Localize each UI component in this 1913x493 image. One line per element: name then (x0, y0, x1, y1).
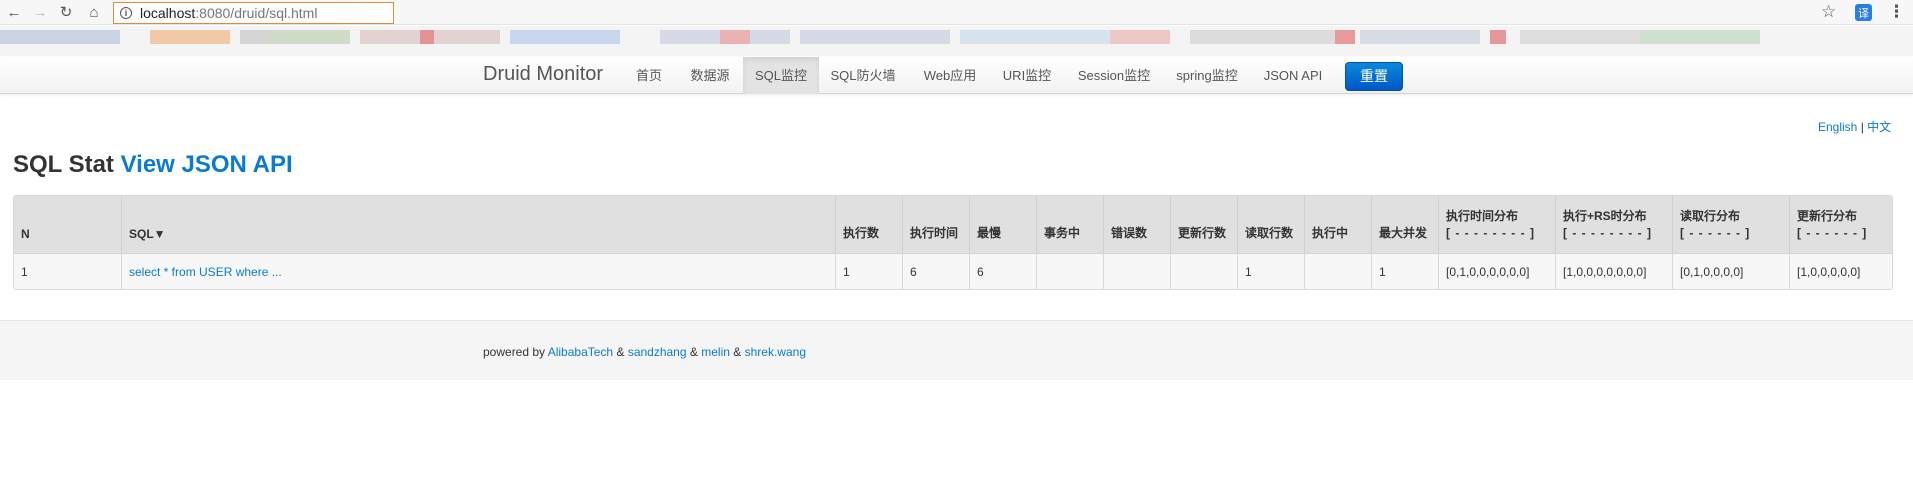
column-header-exec-time[interactable]: 执行时间 (902, 196, 969, 253)
bookmark-blurred[interactable] (1640, 30, 1760, 44)
nav-item-json-api[interactable]: JSON API (1258, 57, 1328, 94)
nav-item-sql-monitor[interactable]: SQL监控 (743, 57, 819, 94)
footer-separator: & (616, 345, 625, 359)
url-host: localhost (140, 5, 196, 21)
cell-max-concurrent: 1 (1371, 254, 1438, 289)
info-icon[interactable]: i (120, 7, 132, 19)
bookmark-blurred[interactable] (270, 30, 350, 44)
page-footer: powered by AlibabaTech & sandzhang & mel… (0, 320, 1913, 380)
footer-prefix: powered by (483, 345, 546, 359)
cell-update-hist: [1,0,0,0,0,0] (1789, 254, 1892, 289)
footer-link-alibabatech[interactable]: AlibabaTech (548, 345, 613, 359)
language-separator: | (1860, 120, 1864, 134)
language-switch: English | 中文 (1818, 118, 1891, 135)
nav-item-session-monitor[interactable]: Session监控 (1074, 57, 1154, 94)
nav-item-home[interactable]: 首页 (627, 57, 671, 94)
brand-title[interactable]: Druid Monitor (483, 63, 603, 86)
cell-exec-hist: [0,1,0,0,0,0,0,0] (1438, 254, 1555, 289)
nav-item-web-app[interactable]: Web应用 (918, 57, 982, 94)
footer-separator: & (733, 345, 742, 359)
nav-item-sql-firewall[interactable]: SQL防火墙 (826, 57, 900, 94)
column-header-running[interactable]: 执行中 (1304, 196, 1371, 253)
browser-menu-icon[interactable]: ⋮ (1888, 2, 1905, 22)
cell-errors (1103, 254, 1170, 289)
column-header-slowest[interactable]: 最慢 (969, 196, 1036, 253)
cell-slowest: 6 (969, 254, 1036, 289)
bookmark-blurred[interactable] (1490, 30, 1506, 44)
cell-update-rows (1170, 254, 1237, 289)
nav-item-spring-monitor[interactable]: spring监控 (1170, 57, 1244, 94)
reset-button[interactable]: 重置 (1345, 62, 1403, 91)
column-header-n[interactable]: N (14, 196, 121, 253)
cell-exec-time: 6 (902, 254, 969, 289)
cell-running (1304, 254, 1371, 289)
column-header-update-hist[interactable]: 更新行分布[ - - - - - - ] (1789, 196, 1892, 253)
druid-navbar: Druid Monitor 首页 数据源 SQL监控 SQL防火墙 Web应用 … (0, 57, 1913, 94)
page-title: SQL Stat View JSON API (13, 151, 293, 179)
translate-extension-icon[interactable]: 译 (1855, 4, 1872, 21)
table-header: N SQL▼ 执行数 执行时间 最慢 事务中 错误数 更新行数 读取行数 执行中… (14, 196, 1892, 253)
column-header-errors[interactable]: 错误数 (1103, 196, 1170, 253)
column-header-update-rows[interactable]: 更新行数 (1170, 196, 1237, 253)
cell-n: 1 (21, 265, 28, 279)
bookmark-blurred[interactable] (420, 30, 434, 44)
page-title-text: SQL Stat (13, 151, 114, 178)
column-header-max-concurrent[interactable]: 最大并发 (1371, 196, 1438, 253)
nav-item-uri-monitor[interactable]: URI监控 (996, 57, 1058, 94)
reload-icon[interactable]: ↻ (57, 3, 75, 21)
column-header-sql[interactable]: SQL▼ (121, 196, 835, 253)
back-arrow-icon[interactable]: ← (5, 3, 23, 21)
column-header-read-rows[interactable]: 读取行数 (1237, 196, 1304, 253)
footer-link-melin[interactable]: melin (701, 345, 730, 359)
bookmark-star-icon[interactable]: ☆ (1821, 2, 1836, 22)
bookmark-blurred[interactable] (1520, 30, 1640, 44)
column-header-in-tx[interactable]: 事务中 (1036, 196, 1103, 253)
bookmark-blurred[interactable] (1190, 30, 1340, 44)
bookmark-blurred[interactable] (1110, 30, 1170, 44)
sql-stat-table: N SQL▼ 执行数 执行时间 最慢 事务中 错误数 更新行数 读取行数 执行中… (13, 195, 1893, 290)
nav-item-datasource[interactable]: 数据源 (686, 57, 734, 94)
bookmark-blurred[interactable] (0, 30, 120, 44)
column-header-read-hist[interactable]: 读取行分布[ - - - - - - ] (1672, 196, 1789, 253)
column-header-exec-rs-hist[interactable]: 执行+RS时分布[ - - - - - - - - ] (1555, 196, 1672, 253)
english-link[interactable]: English (1818, 120, 1857, 134)
column-header-exec-hist[interactable]: 执行时间分布[ - - - - - - - - ] (1438, 196, 1555, 253)
footer-separator: & (689, 345, 698, 359)
home-icon[interactable]: ⌂ (85, 3, 103, 21)
cell-sql: select * from USER where ... (121, 254, 835, 289)
bookmark-blurred[interactable] (1360, 30, 1480, 44)
chinese-link[interactable]: 中文 (1867, 120, 1891, 134)
footer-credits: powered by AlibabaTech & sandzhang & mel… (483, 345, 806, 359)
cell-exec-count: 1 (835, 254, 902, 289)
bookmark-blurred[interactable] (960, 30, 1110, 44)
bookmarks-bar (0, 26, 1913, 56)
bookmark-blurred[interactable] (800, 30, 950, 44)
footer-link-shrek-wang[interactable]: shrek.wang (745, 345, 806, 359)
address-bar[interactable]: i localhost:8080/druid/sql.html (113, 2, 394, 24)
bookmark-blurred[interactable] (1335, 30, 1355, 44)
view-json-api-link[interactable]: View JSON API (121, 151, 293, 178)
cell-exec-rs-hist: [1,0,0,0,0,0,0,0] (1555, 254, 1672, 289)
cell-read-rows: 1 (1237, 254, 1304, 289)
bookmark-blurred[interactable] (510, 30, 620, 44)
sql-link[interactable]: select * from USER where ... (129, 265, 282, 279)
footer-link-sandzhang[interactable]: sandzhang (628, 345, 687, 359)
url-path: :8080/druid/sql.html (195, 5, 318, 21)
column-header-exec-count[interactable]: 执行数 (835, 196, 902, 253)
cell-in-tx (1036, 254, 1103, 289)
table-row: 1 select * from USER where ... 1 6 6 1 1… (14, 253, 1892, 289)
forward-arrow-icon[interactable]: → (31, 3, 49, 21)
bookmark-blurred[interactable] (720, 30, 750, 44)
bookmark-blurred[interactable] (150, 30, 230, 44)
cell-read-hist: [0,1,0,0,0,0] (1672, 254, 1789, 289)
browser-toolbar: ← → ↻ ⌂ i localhost:8080/druid/sql.html … (0, 0, 1913, 25)
